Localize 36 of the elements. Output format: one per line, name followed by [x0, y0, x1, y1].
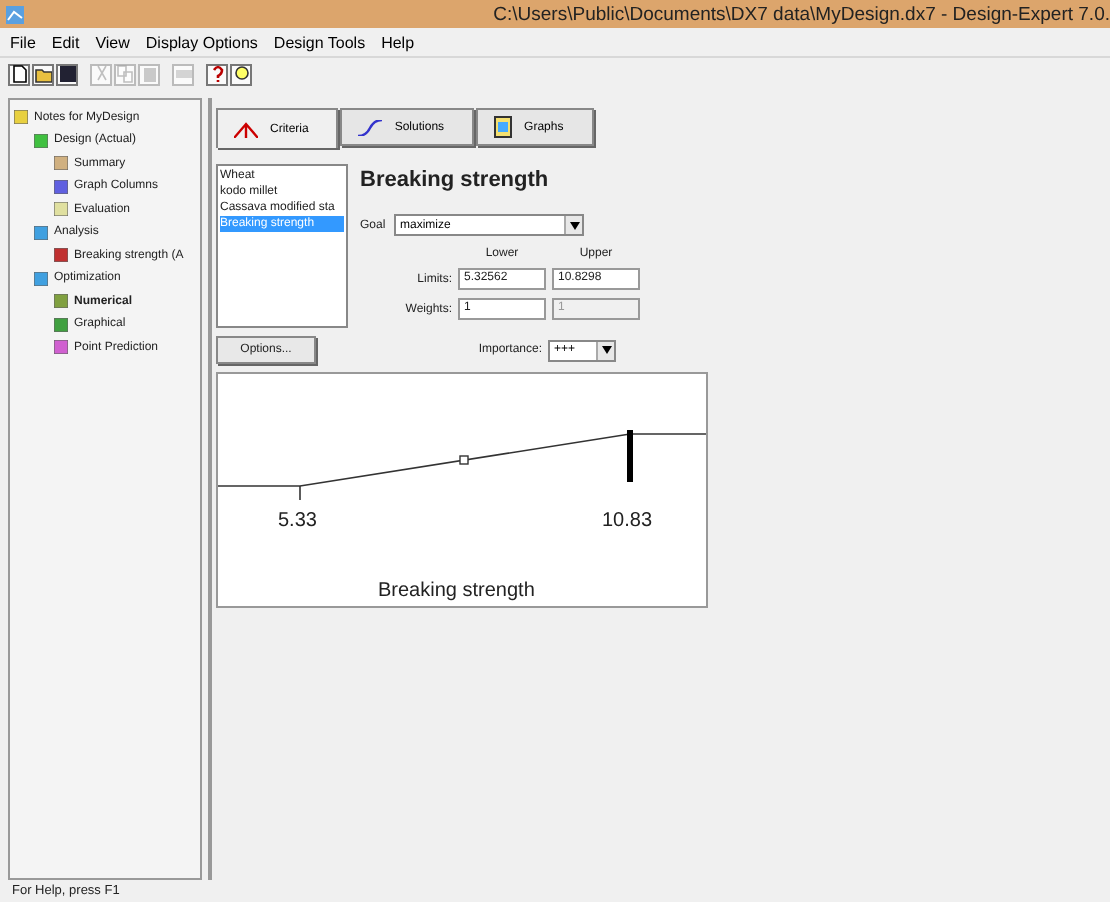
- tree-node-icon: [54, 248, 68, 263]
- tree-node-icon: [54, 179, 68, 194]
- window-title: C:\Users\Public\Documents\DX7 data\MyDesign.dx7 - Design-Expert 7.0.: [493, 3, 1110, 25]
- dropdown-arrow-icon: [569, 221, 579, 229]
- tree-node-icon: [34, 133, 48, 148]
- menu-item[interactable]: Help: [381, 34, 415, 52]
- tree-node-icon: [34, 225, 48, 240]
- menu-item[interactable]: Edit: [51, 34, 80, 52]
- toolbar-button[interactable]: [8, 63, 30, 85]
- help-icon: [208, 64, 226, 84]
- new-document-icon: [10, 64, 28, 84]
- response-heading: Breaking strength: [360, 168, 551, 192]
- scissors-icon: [92, 64, 110, 84]
- low-limit-label: 5.33: [278, 510, 317, 532]
- high-limit-label: 10.83: [602, 510, 653, 532]
- tree-node-icon: [54, 202, 68, 217]
- menu-item[interactable]: View: [95, 34, 130, 52]
- menu-item[interactable]: Display Options: [145, 34, 258, 52]
- folder-icon: [34, 64, 52, 84]
- app-icon: [6, 5, 24, 23]
- curve-icon: [358, 119, 383, 135]
- toolbar-button[interactable]: [32, 63, 54, 85]
- menu-item[interactable]: File: [10, 34, 36, 52]
- tree-node-icon: [34, 271, 48, 286]
- dropdown-arrow-icon: [601, 346, 611, 354]
- peak-icon: [234, 121, 258, 137]
- graph-icon: [494, 116, 513, 138]
- tree-node-icon: [54, 294, 68, 309]
- tree-node-icon: [54, 340, 68, 355]
- copy-icon: [116, 64, 134, 84]
- tree-node-icon: [14, 110, 28, 125]
- menu-item[interactable]: Design Tools: [273, 34, 366, 52]
- tree-node-icon: [54, 317, 68, 332]
- tree-node-icon: [54, 156, 68, 171]
- toolbar-button[interactable]: [206, 63, 228, 85]
- axis-title: Breaking strength: [378, 580, 535, 602]
